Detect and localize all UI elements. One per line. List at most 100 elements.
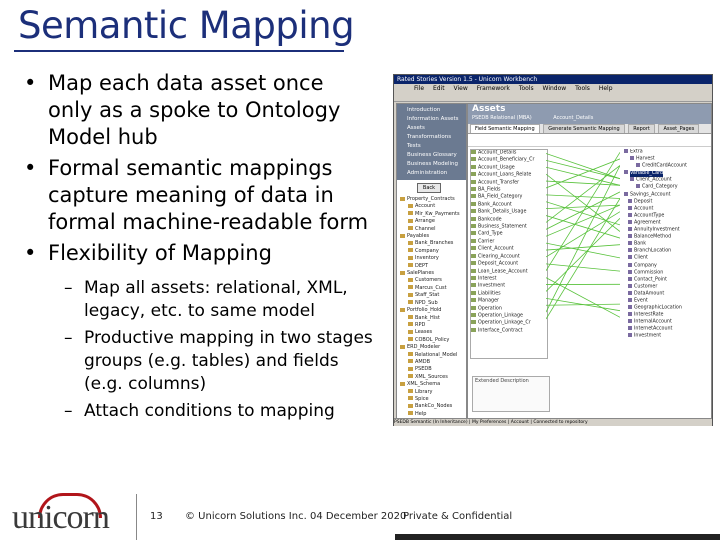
tree-item[interactable]: Channel [397,226,466,233]
ontology-class[interactable]: InterestRate [620,312,708,319]
ontology-class[interactable]: Contact_Point [620,276,708,284]
tab-report[interactable]: Report [628,124,655,133]
tree-item[interactable]: DEPT [397,263,466,270]
source-field[interactable]: Account_Beneficiary_Cr [471,157,547,164]
tree-item[interactable]: Inventory [397,255,466,262]
ontology-class[interactable]: Extra [620,149,708,156]
back-button[interactable]: Back [417,183,441,193]
nav-item[interactable]: Business Glossary [397,151,466,160]
ontology-class[interactable]: Company [620,262,708,270]
nav-item[interactable]: Information Assets [397,115,466,124]
source-field[interactable]: Interest [471,275,547,283]
tree-item[interactable]: ERD_Modeler [397,344,466,351]
source-field[interactable]: Manager [471,298,547,305]
tree-item[interactable]: Spice [397,396,466,403]
source-field[interactable]: Clearing_Account [471,253,547,261]
menu-item[interactable]: View [454,85,468,92]
ontology-class[interactable]: AnnuityInvestment [620,227,708,234]
ontology-class[interactable]: Agreement [620,219,708,227]
ontology-class[interactable]: Account [620,205,708,213]
tree-item[interactable]: SalePlanes [397,270,466,277]
ontology-class[interactable]: BalanceMethod [620,234,708,241]
source-field[interactable]: Client_Account [471,246,547,253]
tab-asset-pages[interactable]: Asset_Pages [658,124,700,133]
source-field[interactable]: BA_Field_Category [471,194,547,201]
ontology-class[interactable]: InternetAccount [620,326,708,333]
tree-item[interactable]: Property_Contracts [397,196,466,203]
tree-item[interactable]: XML_Schema [397,381,466,388]
ontology-class[interactable]: Client [620,255,708,262]
source-field[interactable]: BA_Fields [471,187,547,194]
menu-item[interactable]: Tools [575,85,590,92]
nav-item[interactable]: Transformations [397,133,466,142]
menu-item[interactable]: Edit [433,85,445,92]
ontology-class[interactable]: Customer [620,283,708,291]
tree-item[interactable]: Mir_Kw_Payments [397,211,466,218]
source-field[interactable]: Carrier [471,238,547,246]
ontology-class[interactable]: Deposit [620,198,708,206]
ontology-class[interactable]: InternalAccount [620,319,708,326]
source-field[interactable]: Interface_Contract [471,327,547,335]
ontology-class[interactable]: Event [620,297,708,305]
menu-item[interactable]: Tools [519,85,534,92]
nav-item[interactable]: Tests [397,142,466,151]
tree-item[interactable]: Leases [397,329,466,336]
ontology-class[interactable]: Commission [620,269,708,277]
source-field[interactable]: Operation [471,305,547,313]
tree-item[interactable]: Marcus_Cust [397,285,466,292]
source-field[interactable]: Investment [471,283,547,290]
tree-item[interactable]: Account [397,203,466,210]
tree-item[interactable]: BankCo_Nodes [397,403,466,410]
tree-item[interactable]: Bank_Hist [397,315,466,322]
tree-item[interactable]: Portfolio_Hold [397,307,466,314]
source-field[interactable]: Operation_Linkage [471,312,547,320]
source-field[interactable]: Account_Details [471,150,547,157]
ontology-class[interactable]: CreditCardAccount [620,163,708,170]
ontology-class[interactable]: Savings_Account [620,191,708,199]
ontology-class[interactable]: DataAmount [620,290,708,298]
nav-item[interactable]: Administration [397,169,466,178]
source-field[interactable]: Card_Type [471,231,547,238]
menu-item[interactable]: Window [543,85,567,92]
nav-item[interactable]: Introduction [397,106,466,115]
ontology-class[interactable]: GeographicLocation [620,305,708,312]
tree-item[interactable]: Arrange [397,218,466,225]
ontology-class[interactable]: AccountType [620,212,708,220]
source-field[interactable]: Account_Loans_Relate [471,172,547,179]
ontology-class[interactable]: Variable_Card [620,170,708,178]
tree-item[interactable]: Staff_Stat [397,292,466,299]
tree-item[interactable]: Payables [397,233,466,240]
source-field[interactable]: Bankcode [471,216,547,224]
ontology-class[interactable]: Card_Category [620,184,708,191]
menu-item[interactable]: File [414,85,424,92]
ontology-class[interactable]: Harvest [620,156,708,163]
ontology-class[interactable]: Client_Account [620,177,708,184]
source-field[interactable]: Operation_Linkage_Cr [471,320,547,327]
nav-item[interactable]: Assets [397,124,466,133]
nav-item[interactable]: Business Modeling [397,160,466,169]
tree-item[interactable]: Company [397,248,466,255]
tree-item[interactable]: COBOL_Policy [397,337,466,344]
tree-item[interactable]: Bank_Branches [397,240,466,247]
source-field[interactable]: Deposit_Account [471,261,547,268]
tree-item[interactable]: Relational_Model [397,352,466,359]
tree-item[interactable]: XML_Sources [397,374,466,381]
tree-item[interactable]: Library [397,389,466,396]
tree-item[interactable]: RPD [397,322,466,329]
ontology-class[interactable]: BranchLocation [620,248,708,255]
tab-field-mapping[interactable]: Field Semantic Mapping [470,124,540,133]
tab-generate-mapping[interactable]: Generate Semantic Mapping [543,124,625,133]
tree-item[interactable]: Customers [397,277,466,284]
source-field[interactable]: Loan_Lease_Account [471,268,547,276]
source-field[interactable]: Bank_Details_Usage [471,209,547,216]
menu-item[interactable]: Framework [477,85,510,92]
source-field[interactable]: Account_Transfer [471,179,547,187]
tree-item[interactable]: NPD_Sub [397,300,466,307]
source-field[interactable]: Account_Usage [471,164,547,172]
tree-item[interactable]: PSEDB [397,366,466,373]
ontology-class[interactable]: Investment [620,333,708,340]
ontology-class[interactable]: Bank [620,241,708,248]
tree-item[interactable]: AMDB [397,359,466,366]
source-field[interactable]: Bank_Account [471,201,547,209]
menu-item[interactable]: Help [599,85,613,92]
